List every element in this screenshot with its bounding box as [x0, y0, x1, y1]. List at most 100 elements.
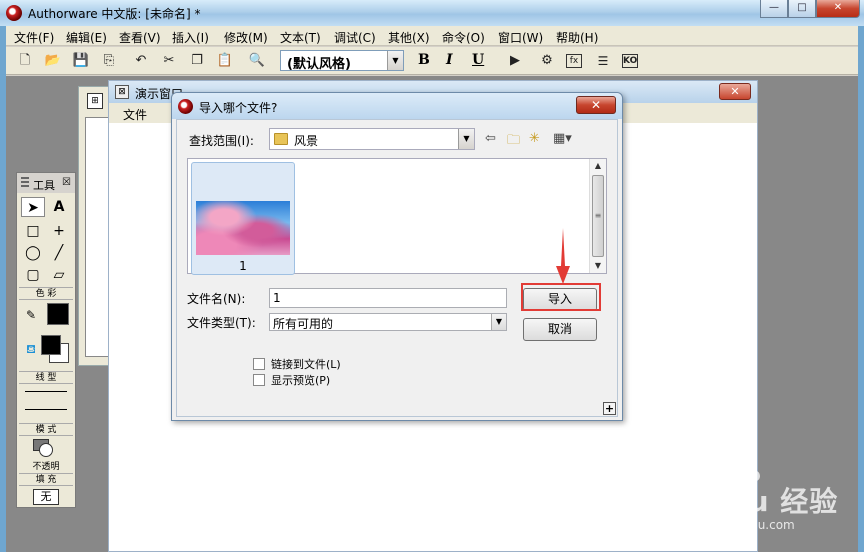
- presentation-close-button[interactable]: ✕: [719, 83, 751, 100]
- filename-label: 文件名(N):: [187, 292, 246, 306]
- menu-window[interactable]: 窗口(W): [498, 29, 543, 46]
- presentation-window-icon: ⊠: [115, 85, 129, 99]
- paste-icon[interactable]: 📋: [216, 52, 234, 70]
- filetype-label: 文件类型(T):: [187, 316, 256, 330]
- scroll-thumb[interactable]: ≡: [592, 175, 604, 257]
- pointer-tool-icon[interactable]: ➤: [21, 197, 45, 217]
- file-thumbnail[interactable]: 1: [191, 162, 295, 275]
- scroll-down-icon[interactable]: ▼: [590, 259, 606, 273]
- grip-handle-icon[interactable]: [21, 177, 29, 189]
- maximize-button[interactable]: □: [788, 0, 816, 18]
- cut-icon[interactable]: ✂: [160, 52, 178, 70]
- authorware-logo-icon: [178, 99, 193, 114]
- chevron-down-icon[interactable]: ▼: [491, 314, 506, 330]
- toolbar: 🗋 📂 💾 ⎘ ↶ ✂ ❐ 📋 🔍 (默认风格) ▼ B I U ▶ ⚙ fx …: [6, 47, 858, 75]
- dialog-close-button[interactable]: ✕: [576, 96, 616, 114]
- import-button-highlight: [521, 283, 601, 311]
- back-arrow-icon[interactable]: ⇦: [485, 131, 496, 146]
- filetype-value: 所有可用的: [273, 317, 334, 331]
- annotation-arrow-icon: [556, 228, 570, 284]
- text-style-value: (默认风格): [287, 57, 351, 72]
- ellipse-tool-icon[interactable]: ◯: [21, 243, 45, 263]
- line-style-arrow[interactable]: [25, 409, 67, 410]
- rounded-rectangle-tool-icon[interactable]: ▢: [21, 265, 45, 285]
- knowledge-objects-icon[interactable]: KO: [622, 54, 638, 68]
- import-icon[interactable]: ⎘: [100, 52, 118, 70]
- new-folder-icon[interactable]: ✳: [529, 131, 540, 146]
- presentation-menu-file[interactable]: 文件: [123, 106, 147, 123]
- file-list[interactable]: 1 ▲ ≡ ▼: [187, 158, 607, 275]
- menu-insert[interactable]: 插入(I): [172, 29, 209, 46]
- show-preview-checkbox[interactable]: [253, 374, 265, 386]
- show-preview-label: 显示预览(P): [271, 374, 331, 387]
- line-tool-icon[interactable]: +: [47, 221, 71, 241]
- polygon-tool-icon[interactable]: ⏥: [47, 265, 71, 285]
- line-style-thin[interactable]: [25, 391, 67, 392]
- diagonal-line-tool-icon[interactable]: ╱: [47, 243, 71, 263]
- tools-panel-title: 工具: [33, 179, 55, 192]
- menubar: 文件(F) 编辑(E) 查看(V) 插入(I) 修改(M) 文本(T) 调试(C…: [6, 26, 858, 46]
- menu-text[interactable]: 文本(T): [280, 29, 321, 46]
- import-dialog-title: 导入哪个文件?: [199, 101, 278, 115]
- line-style-section-label: 线 型: [19, 371, 73, 384]
- folder-icon: [274, 133, 288, 145]
- foreground-color-swatch[interactable]: [41, 335, 61, 355]
- fill-bucket-icon[interactable]: ⛾: [19, 339, 43, 359]
- menu-other[interactable]: 其他(X): [388, 29, 430, 46]
- opaque-mode-front-icon[interactable]: [39, 443, 53, 457]
- baidu-brand-text: Bai du 经验: [664, 485, 839, 518]
- find-icon[interactable]: 🔍: [248, 52, 266, 70]
- open-icon[interactable]: 📂: [44, 52, 62, 70]
- pen-color-icon[interactable]: ✎: [19, 305, 43, 325]
- copy-icon[interactable]: ❐: [188, 52, 206, 70]
- tools-panel-close-icon[interactable]: ☒: [62, 177, 71, 188]
- window-controls: — □ ✕: [760, 0, 860, 18]
- text-tool-icon[interactable]: A: [47, 197, 71, 217]
- menu-modify[interactable]: 修改(M): [224, 29, 268, 46]
- italic-button[interactable]: I: [446, 52, 453, 68]
- functions-icon[interactable]: fx: [566, 54, 582, 68]
- view-menu-icon[interactable]: ▦▾: [553, 131, 572, 146]
- minimize-button[interactable]: —: [760, 0, 788, 18]
- app-title: Authorware 中文版: [未命名] *: [28, 7, 201, 21]
- import-dialog-body: 查找范围(I): 风景 ▼ ⇦ 🗀 ✳ ▦▾ 1 ▲ ≡ ▼ 文件名(N): 1…: [176, 119, 618, 417]
- link-to-file-label: 链接到文件(L): [271, 358, 341, 371]
- close-button[interactable]: ✕: [816, 0, 860, 18]
- vertical-scrollbar[interactable]: ▲ ≡ ▼: [589, 159, 606, 273]
- filetype-select[interactable]: 所有可用的 ▼: [269, 313, 507, 331]
- mode-value: 不透明: [32, 462, 60, 472]
- rectangle-tool-icon[interactable]: □: [21, 221, 45, 241]
- design-window-canvas: [85, 117, 109, 357]
- scroll-up-icon[interactable]: ▲: [590, 159, 606, 173]
- link-to-file-checkbox[interactable]: [253, 358, 265, 370]
- run-icon[interactable]: ▶: [506, 52, 524, 70]
- chevron-down-icon[interactable]: ▼: [458, 129, 474, 149]
- lookin-label: 查找范围(I):: [189, 134, 254, 148]
- cancel-button[interactable]: 取消: [523, 318, 597, 341]
- design-window[interactable]: ⊞: [78, 86, 110, 366]
- tools-panel-titlebar: 工具 ☒: [17, 173, 75, 193]
- menu-edit[interactable]: 编辑(E): [66, 29, 107, 46]
- up-folder-icon[interactable]: 🗀: [507, 131, 520, 153]
- variables-icon[interactable]: ☰: [594, 52, 612, 70]
- expand-icon[interactable]: +: [603, 402, 616, 415]
- filename-input[interactable]: 1: [269, 288, 507, 308]
- save-all-icon[interactable]: 💾: [72, 52, 90, 70]
- stroke-color-swatch[interactable]: [47, 303, 69, 325]
- menu-file[interactable]: 文件(F): [14, 29, 54, 46]
- lookin-select[interactable]: 风景 ▼: [269, 128, 475, 150]
- baidu-watermark: Bai du 经验 jingyan.baidu.com: [664, 466, 844, 536]
- control-panel-icon[interactable]: ⚙: [538, 52, 556, 70]
- menu-help[interactable]: 帮助(H): [556, 29, 598, 46]
- tools-panel: 工具 ☒ ➤ A □ + ◯ ╱ ▢ ⏥ 色 彩 ✎ ⛾ 线 型 模 式 不透明…: [16, 172, 76, 508]
- undo-icon[interactable]: ↶: [132, 52, 150, 70]
- new-icon[interactable]: 🗋: [16, 52, 34, 70]
- fill-pattern-value[interactable]: 无: [33, 489, 59, 505]
- underline-button[interactable]: U: [472, 52, 484, 68]
- menu-debug[interactable]: 调试(C): [334, 29, 376, 46]
- menu-view[interactable]: 查看(V): [119, 29, 161, 46]
- chevron-down-icon[interactable]: ▼: [387, 51, 403, 70]
- bold-button[interactable]: B: [418, 52, 430, 68]
- menu-commands[interactable]: 命令(O): [442, 29, 485, 46]
- text-style-select[interactable]: (默认风格) ▼: [280, 50, 404, 72]
